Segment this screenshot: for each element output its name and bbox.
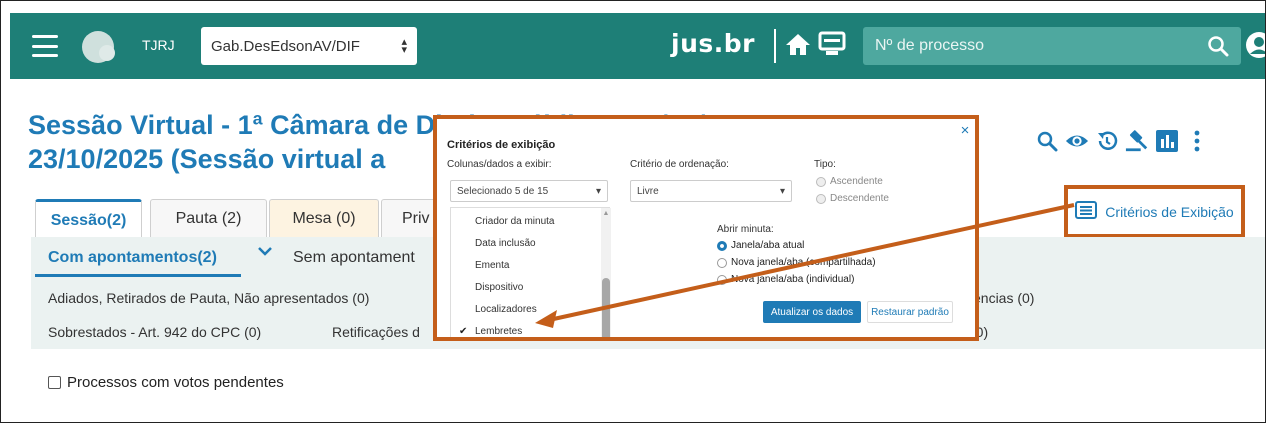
radio-selected-circle [717, 240, 727, 251]
brand-logo[interactable]: jus.br [671, 29, 755, 58]
unit-select[interactable]: Gab.DesEdsonAV/DIF ▴ ▾ [201, 27, 417, 65]
search-box [863, 27, 1241, 65]
list-item-checked[interactable]: Lembretes [475, 326, 522, 337]
list-item[interactable]: Data inclusão [475, 238, 536, 249]
radio-nova-compartilhada[interactable]: Nova janela/aba (compartilhada) [717, 257, 876, 268]
radio-circle [717, 257, 727, 268]
columns-select[interactable]: Selecionado 5 de 15 ▾ [450, 180, 608, 202]
radio-descendente[interactable]: Descendente [816, 193, 889, 204]
checkmark-icon: ✔ [459, 326, 468, 337]
menu-icon[interactable] [32, 35, 58, 57]
filter-pendencias[interactable]: ências (0) [973, 290, 1034, 306]
columns-list: Criador da minuta Data inclusão Ementa D… [450, 207, 611, 337]
select-arrows-icon: ▴ ▾ [401, 36, 407, 56]
criterios-exibicao-button[interactable]: Critérios de Exibição [1064, 185, 1245, 238]
caret-down-icon: ▾ [595, 186, 601, 197]
search-icon[interactable] [1205, 33, 1231, 59]
radio-circle [816, 193, 826, 204]
gavel-icon[interactable] [1125, 129, 1149, 153]
search-icon[interactable] [1035, 129, 1059, 153]
caret-down-icon: ▾ [779, 186, 785, 197]
restaurar-padrao-button[interactable]: Restaurar padrão [867, 301, 953, 323]
chevron-down-icon[interactable] [257, 245, 273, 257]
radio-ascendente-label: Ascendente [830, 176, 883, 187]
list-settings-icon [1075, 201, 1098, 222]
filter-adiados[interactable]: Adiados, Retirados de Pauta, Não apresen… [48, 290, 369, 306]
order-label: Critério de ordenação: [630, 159, 729, 170]
radio-circle [717, 274, 727, 285]
criterios-popup: Critérios de exibição × Colunas/dados a … [433, 115, 979, 341]
radio-nova-individual-label: Nova janela/aba (individual) [731, 274, 855, 285]
user-icon[interactable] [1245, 28, 1265, 62]
tipo-label: Tipo: [814, 159, 836, 170]
list-scrollbar[interactable]: ▲ [601, 208, 611, 337]
radio-nova-compartilhada-label: Nova janela/aba (compartilhada) [731, 257, 876, 268]
radio-janela-atual-label: Janela/aba atual [731, 240, 805, 251]
tab-mesa[interactable]: Mesa (0) [269, 199, 379, 237]
list-item[interactable]: Localizadores [475, 304, 537, 315]
subtab-com-apontamentos[interactable]: Com apontamentos(2) [48, 249, 217, 267]
eye-icon[interactable] [1065, 129, 1089, 153]
order-select[interactable]: Livre ▾ [630, 180, 792, 202]
atualizar-dados-button[interactable]: Atualizar os dados [763, 301, 861, 323]
subtab-sem-apontamentos[interactable]: Sem apontament [293, 249, 415, 267]
order-select-value: Livre [637, 186, 659, 197]
report-icon[interactable] [1155, 129, 1179, 153]
radio-circle [816, 176, 826, 187]
radio-nova-individual[interactable]: Nova janela/aba (individual) [717, 274, 854, 285]
tab-priv[interactable]: Priv [381, 199, 441, 237]
brand-separator [774, 29, 776, 63]
scroll-up-icon[interactable]: ▲ [602, 210, 610, 218]
search-input[interactable] [875, 27, 1175, 65]
popup-title: Critérios de exibição [447, 139, 556, 151]
radio-janela-atual[interactable]: Janela/aba atual [717, 240, 804, 251]
filter-sobrestados[interactable]: Sobrestados - Art. 942 do CPC (0) [48, 324, 261, 340]
tab-pauta[interactable]: Pauta (2) [150, 199, 267, 237]
radio-descendente-label: Descendente [830, 193, 889, 204]
abrir-minuta-label: Abrir minuta: [717, 224, 774, 235]
history-icon[interactable] [1095, 129, 1119, 153]
page: TJRJ Gab.DesEdsonAV/DIF ▴▾ jus.br Sessão… [0, 0, 1266, 423]
radio-ascendente[interactable]: Ascendente [816, 176, 883, 187]
pending-votes-checkbox[interactable] [48, 376, 61, 389]
pending-votes-row[interactable]: Processos com votos pendentes [48, 374, 284, 391]
filter-retificacoes[interactable]: Retificações d [332, 324, 420, 340]
list-item[interactable]: Criador da minuta [475, 216, 554, 227]
logo-icon [82, 31, 115, 63]
columns-label: Colunas/dados a exibir: [447, 159, 552, 170]
subtab-active-indicator [35, 274, 241, 277]
org-label: TJRJ [142, 37, 175, 53]
tab-sessao[interactable]: Sessão(2) [35, 199, 142, 237]
top-bar: TJRJ Gab.DesEdsonAV/DIF ▴ ▾ jus.br [10, 13, 1265, 79]
home-icon[interactable] [785, 31, 811, 57]
more-icon[interactable] [1185, 129, 1209, 153]
scroll-thumb[interactable] [602, 278, 610, 337]
close-icon[interactable]: × [958, 123, 972, 138]
criterios-exibicao-label: Critérios de Exibição [1105, 203, 1234, 220]
columns-select-value: Selecionado 5 de 15 [457, 186, 549, 197]
desk-icon[interactable] [818, 31, 846, 57]
unit-select-value: Gab.DesEdsonAV/DIF [211, 37, 360, 55]
list-item[interactable]: Dispositivo [475, 282, 523, 293]
list-item[interactable]: Ementa [475, 260, 509, 271]
pending-votes-label: Processos com votos pendentes [67, 374, 284, 391]
